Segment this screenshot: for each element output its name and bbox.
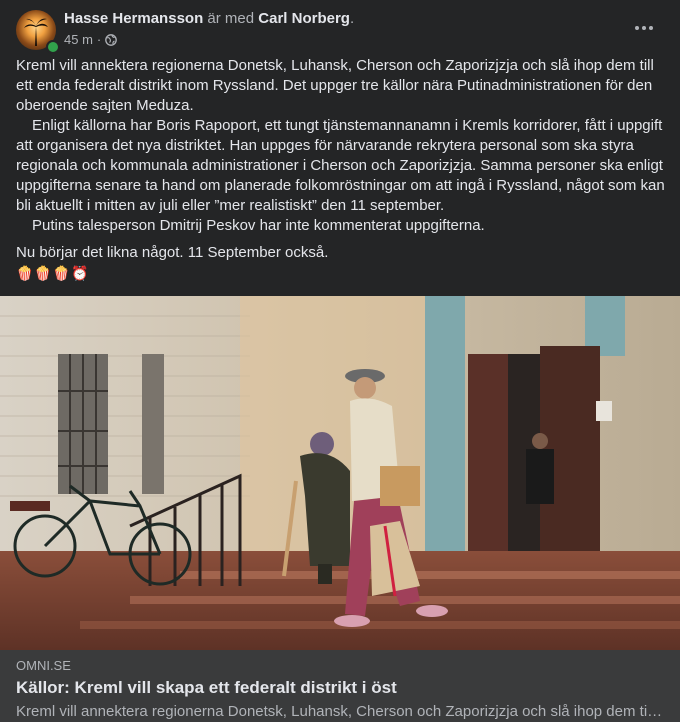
facebook-post: Hasse Hermansson är med Carl Norberg. 45… bbox=[0, 0, 680, 722]
globe-icon bbox=[105, 33, 118, 46]
link-title[interactable]: Källor: Kreml vill skapa ett federalt di… bbox=[16, 678, 397, 698]
author-comment: Nu börjar det likna något. 11 September … bbox=[16, 244, 329, 261]
more-options-button[interactable] bbox=[626, 14, 662, 42]
palm-tree-icon bbox=[24, 18, 48, 46]
tagged-person-link[interactable]: Carl Norberg bbox=[258, 10, 350, 27]
author-name-link[interactable]: Hasse Hermansson bbox=[64, 10, 203, 27]
post-meta: 45 m · bbox=[64, 32, 118, 47]
post-timestamp[interactable]: 45 m bbox=[64, 32, 93, 47]
post-paragraph: Kreml vill annektera regionerna Donetsk,… bbox=[16, 57, 654, 114]
tagged-suffix: . bbox=[349, 10, 355, 27]
link-description: Kreml vill annektera regionerna Donetsk,… bbox=[16, 703, 664, 720]
street-photo bbox=[0, 296, 680, 650]
ellipsis-icon bbox=[635, 26, 653, 30]
post-paragraph: Enligt källorna har Boris Rapoport, ett … bbox=[16, 117, 665, 214]
online-status-dot bbox=[46, 40, 60, 54]
emoji-line: 🍿🍿🍿⏰ bbox=[16, 265, 90, 281]
link-domain: OMNI.SE bbox=[16, 658, 71, 673]
meta-separator: · bbox=[96, 32, 102, 47]
post-paragraph: Putins talesperson Dmitrij Peskov har in… bbox=[32, 217, 485, 234]
post-header: Hasse Hermansson är med Carl Norberg. 45… bbox=[16, 10, 664, 54]
with-text: är med bbox=[207, 10, 255, 27]
post-body: Kreml vill annektera regionerna Donetsk,… bbox=[16, 56, 666, 236]
link-preview-card[interactable]: OMNI.SE Källor: Kreml vill skapa ett fed… bbox=[0, 650, 680, 722]
link-preview-image[interactable] bbox=[0, 296, 680, 650]
post-author-line: Hasse Hermansson är med Carl Norberg. bbox=[64, 10, 354, 27]
